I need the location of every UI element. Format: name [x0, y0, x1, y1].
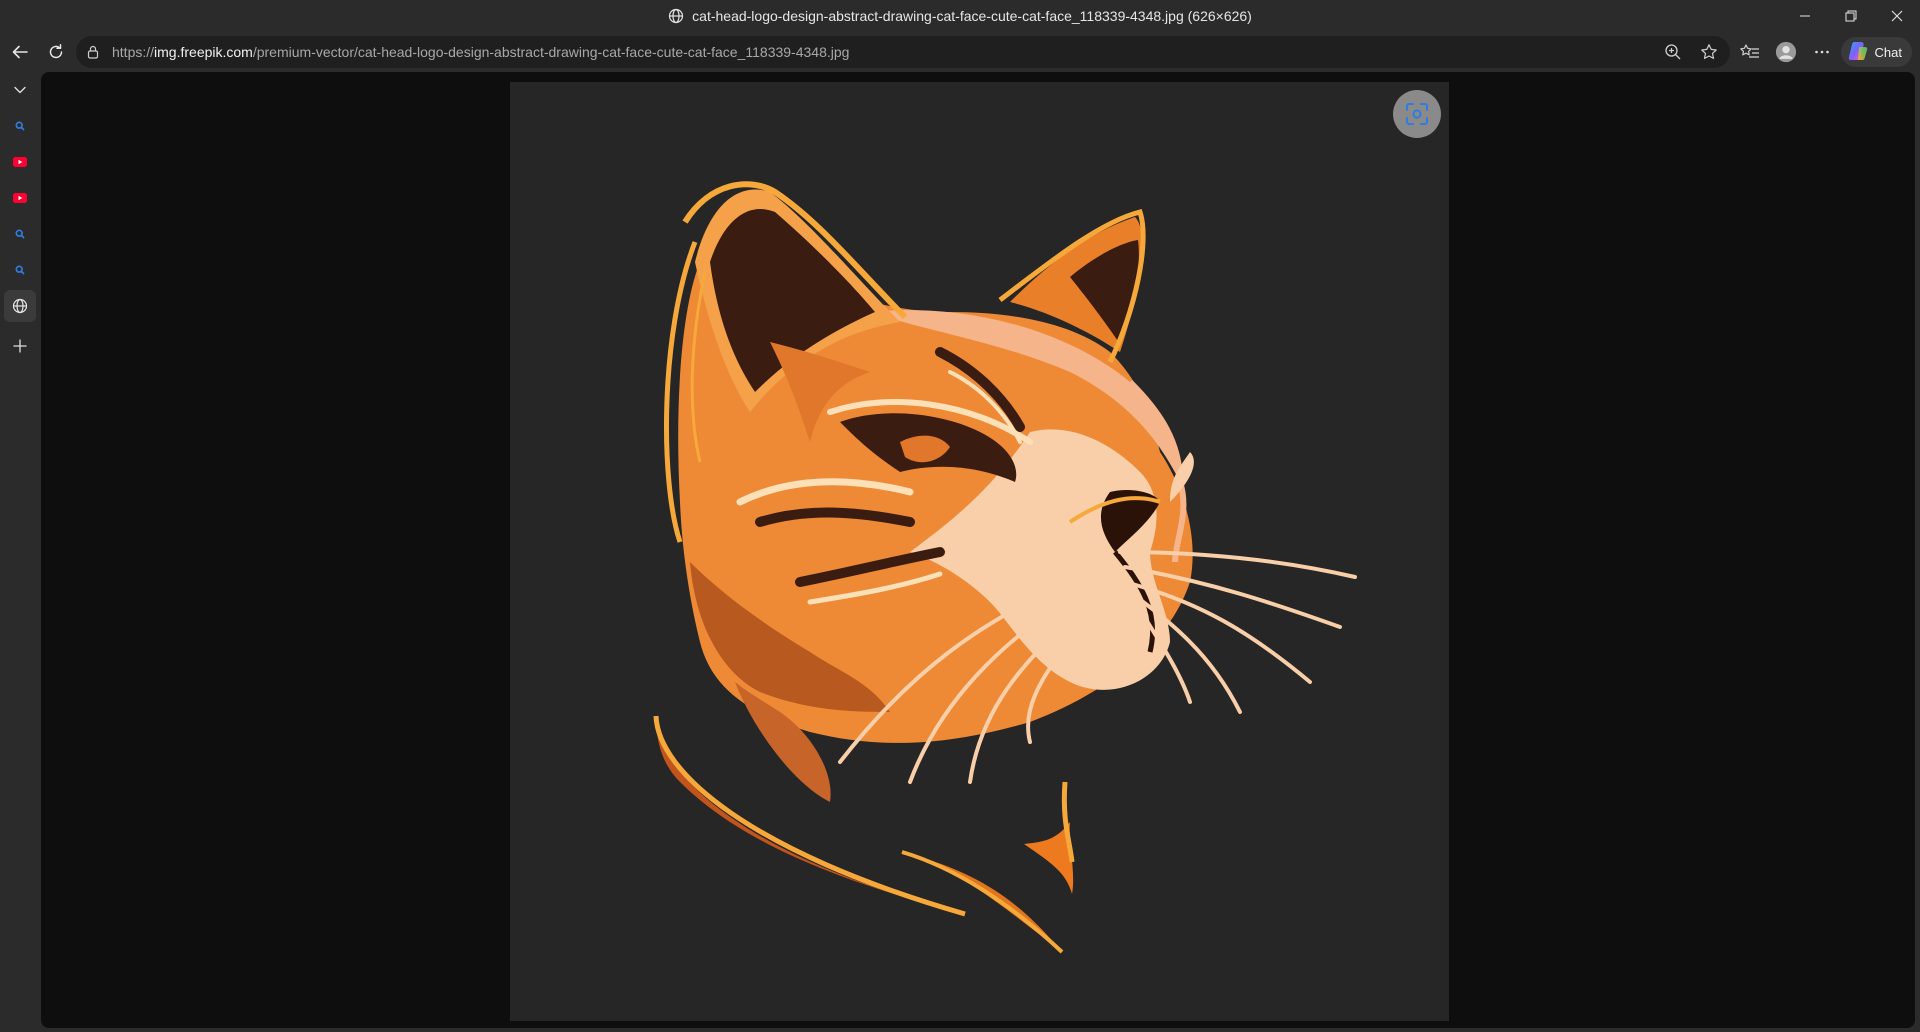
globe-icon [668, 8, 684, 24]
window-title: cat-head-logo-design-abstract-drawing-ca… [0, 0, 1920, 32]
lock-icon[interactable] [86, 44, 102, 60]
image-viewer [41, 72, 1915, 1028]
copilot-chat-button[interactable]: Chat [1840, 37, 1912, 67]
url-path: /premium-vector/cat-head-logo-design-abs… [252, 44, 850, 60]
minimize-button[interactable] [1782, 0, 1828, 32]
back-icon [12, 45, 28, 59]
search-icon [15, 265, 25, 275]
sidebar-item-search-3[interactable] [4, 254, 36, 286]
sidebar-item-search-1[interactable] [4, 110, 36, 142]
sidebar-item-youtube-2[interactable] [4, 182, 36, 214]
address-bar[interactable]: https://img.freepik.com/premium-vector/c… [76, 36, 1730, 68]
add-icon [13, 339, 27, 353]
youtube-icon [13, 157, 27, 167]
url-scheme: https:// [112, 44, 155, 60]
more-icon[interactable] [1811, 41, 1833, 63]
sidebar-collapse-button[interactable] [4, 74, 36, 106]
favorites-list-icon[interactable] [1739, 41, 1761, 63]
globe-icon [12, 298, 28, 314]
youtube-icon [13, 193, 27, 203]
minimize-icon [1800, 15, 1810, 17]
refresh-button[interactable] [40, 36, 72, 68]
search-icon [15, 121, 25, 131]
sidebar-item-current-tab[interactable] [4, 290, 36, 322]
refresh-icon [49, 44, 63, 59]
restore-icon [1845, 10, 1857, 22]
cat-head-illustration [653, 181, 1357, 954]
url-host: img.freepik.com [154, 44, 253, 60]
chevron-down-icon [14, 86, 26, 94]
chat-label: Chat [1874, 44, 1902, 60]
visual-search-icon [1406, 103, 1428, 125]
sidebar-item-youtube-1[interactable] [4, 146, 36, 178]
profile-icon[interactable] [1775, 41, 1797, 63]
back-button[interactable] [4, 36, 36, 68]
new-tab-button[interactable] [4, 330, 36, 362]
zoom-icon[interactable] [1662, 41, 1684, 63]
visual-search-button[interactable] [1393, 90, 1441, 138]
copilot-icon [1847, 40, 1869, 65]
close-button[interactable] [1874, 0, 1920, 32]
sidebar-item-search-2[interactable] [4, 218, 36, 250]
url-text[interactable]: https://img.freepik.com/premium-vector/c… [112, 44, 849, 60]
sidebar [0, 72, 40, 1032]
close-icon [1891, 10, 1903, 22]
search-icon [15, 229, 25, 239]
title-bar: cat-head-logo-design-abstract-drawing-ca… [0, 0, 1920, 32]
cat-logo-image[interactable] [510, 82, 1449, 1021]
window-title-text: cat-head-logo-design-abstract-drawing-ca… [692, 8, 1252, 24]
favorite-star-icon[interactable] [1698, 41, 1720, 63]
restore-button[interactable] [1828, 0, 1874, 32]
toolbar: https://img.freepik.com/premium-vector/c… [0, 34, 1920, 70]
